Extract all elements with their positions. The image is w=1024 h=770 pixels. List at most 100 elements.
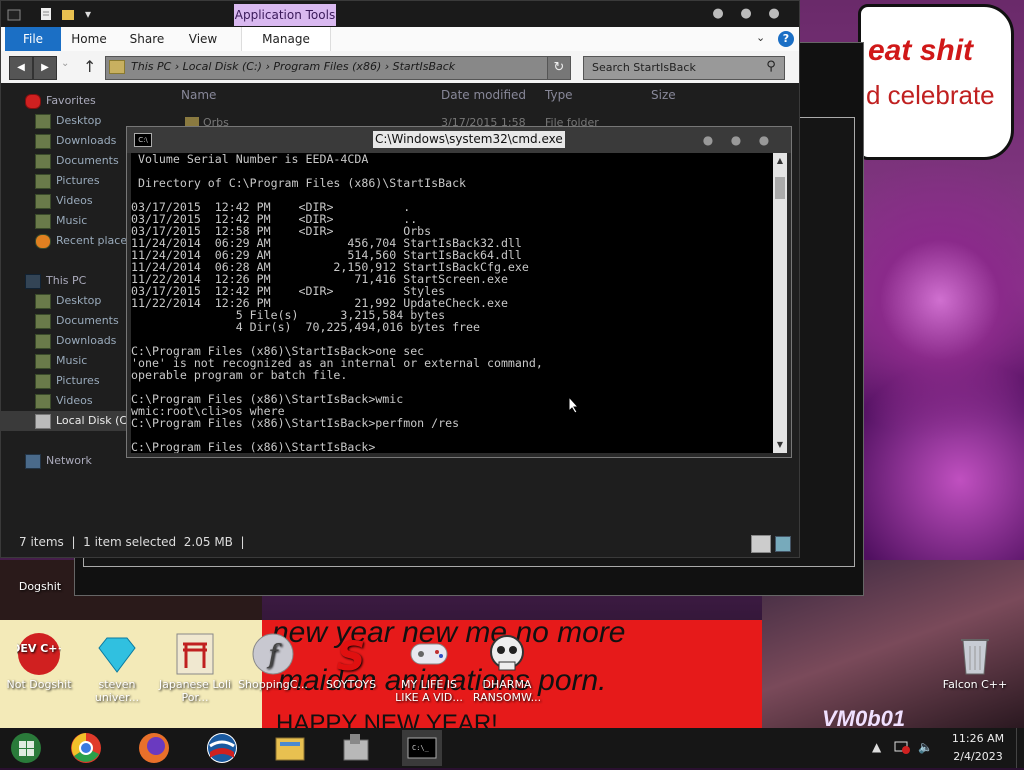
downloads-icon bbox=[35, 334, 51, 349]
pictures-icon bbox=[35, 174, 51, 189]
expand-ribbon-chevron-icon[interactable]: ⌄ bbox=[756, 31, 765, 44]
nav-favorites[interactable]: Favorites bbox=[1, 91, 171, 111]
desktop-icon-japanese[interactable]: Japanese Loli Por... bbox=[158, 632, 232, 704]
nav-label: Videos bbox=[56, 194, 93, 207]
desktop-icon-label: Falcon C++ bbox=[942, 678, 1008, 691]
desktop-icon-dogshit[interactable]: Dogshit bbox=[3, 556, 77, 593]
recent-locations-chevron-icon[interactable]: ⌄ bbox=[61, 58, 69, 69]
properties-icon[interactable] bbox=[39, 7, 53, 21]
music-icon bbox=[35, 354, 51, 369]
gamepad-icon bbox=[407, 632, 451, 676]
desktop-icon-not-dogshit[interactable]: DEV C++ Not Dogshit bbox=[2, 632, 76, 691]
tab-file[interactable]: File bbox=[5, 27, 61, 51]
ribbon-bar bbox=[1, 27, 799, 52]
back-button[interactable]: ◀ bbox=[9, 56, 33, 80]
folder-icon bbox=[109, 60, 125, 74]
search-icon[interactable]: ⚲ bbox=[761, 57, 781, 77]
nav-label: Downloads bbox=[56, 134, 117, 147]
recycle-bin-icon bbox=[953, 632, 997, 676]
column-size[interactable]: Size bbox=[651, 85, 676, 105]
svg-text:C:\_: C:\_ bbox=[412, 744, 430, 752]
soytoys-s-icon: S bbox=[329, 632, 373, 680]
new-folder-icon[interactable] bbox=[61, 7, 75, 21]
explorer-close-button[interactable]: ● bbox=[765, 5, 783, 23]
start-button[interactable] bbox=[6, 730, 46, 766]
desktop-icon-dharma[interactable]: DHARMA RANSOMW... bbox=[470, 632, 544, 704]
status-item-count: 7 items bbox=[19, 535, 64, 549]
nav-favorites-label: Favorites bbox=[46, 94, 96, 107]
column-name[interactable]: Name bbox=[181, 85, 216, 105]
address-breadcrumb[interactable]: This PC › Local Disk (C:) › Program File… bbox=[131, 56, 455, 78]
explorer-app-icon[interactable] bbox=[7, 7, 21, 21]
application-tools-context-tab[interactable]: Application Tools bbox=[234, 4, 336, 26]
nav-label: Documents bbox=[56, 154, 119, 167]
devcpp-icon: DEV C++ bbox=[11, 632, 67, 676]
explorer-titlebar[interactable]: ▾ Application Tools ● ● ● bbox=[1, 1, 799, 27]
scroll-down-arrow-icon[interactable]: ▼ bbox=[773, 439, 787, 451]
scroll-thumb[interactable] bbox=[775, 177, 785, 199]
volume-icon[interactable]: 🔈 bbox=[918, 740, 933, 754]
chrome-icon[interactable] bbox=[66, 730, 106, 766]
desktop-icon-soytoys[interactable]: S SOYTOYS bbox=[314, 632, 388, 691]
network-icon bbox=[25, 454, 41, 469]
help-icon[interactable]: ? bbox=[778, 31, 794, 47]
show-desktop-button[interactable] bbox=[1016, 728, 1024, 768]
pictures-icon bbox=[35, 374, 51, 389]
desktop-icon-steven-universe[interactable]: steven univer... bbox=[80, 632, 154, 704]
cmd-titlebar[interactable]: C:\ C:\Windows\system32\cmd.exe ● ● ● bbox=[127, 127, 791, 153]
forward-button[interactable]: ▶ bbox=[33, 56, 57, 80]
tab-share[interactable]: Share bbox=[125, 27, 169, 51]
nav-network-label: Network bbox=[46, 454, 92, 467]
desktop-icon-label: Japanese Loli Por... bbox=[158, 678, 232, 704]
details-view-icon[interactable] bbox=[751, 535, 771, 553]
refresh-icon[interactable]: ↻ bbox=[547, 56, 571, 80]
wallpaper-bubble-line2: d celebrate bbox=[866, 80, 995, 110]
network-status-icon[interactable] bbox=[894, 740, 910, 757]
documents-icon bbox=[35, 314, 51, 329]
wallpaper-banner-line3: HAPPY NEW YEAR! bbox=[276, 710, 498, 728]
cmd-window[interactable]: C:\ C:\Windows\system32\cmd.exe ● ● ● Vo… bbox=[126, 126, 792, 458]
file-explorer-taskbar-icon[interactable] bbox=[270, 730, 310, 766]
large-icons-view-icon[interactable] bbox=[775, 536, 791, 552]
cmd-minimize-button[interactable]: ● bbox=[699, 131, 717, 149]
cmd-icon[interactable]: C:\ bbox=[134, 133, 152, 147]
explorer-maximize-button[interactable]: ● bbox=[737, 5, 755, 23]
desktop-icon-label: SOYTOYS bbox=[325, 678, 377, 691]
nav-label: Desktop bbox=[56, 114, 102, 127]
show-hidden-icons-chevron-icon[interactable]: ▲ bbox=[872, 740, 881, 754]
nav-label: Recent places bbox=[56, 234, 133, 247]
firefox-icon[interactable] bbox=[134, 730, 174, 766]
cmd-maximize-button[interactable]: ● bbox=[727, 131, 745, 149]
control-panel-taskbar-icon[interactable] bbox=[336, 730, 376, 766]
desktop-icon-label: MY LIFE IS LIKE A VID... bbox=[395, 678, 463, 704]
nav-label: Desktop bbox=[56, 294, 102, 307]
clock-date[interactable]: 2/4/2023 bbox=[948, 750, 1008, 763]
clock-time[interactable]: 11:26 AM bbox=[948, 732, 1008, 745]
explorer-minimize-button[interactable]: ● bbox=[709, 5, 727, 23]
nav-label: Documents bbox=[56, 314, 119, 327]
scroll-up-arrow-icon[interactable]: ▲ bbox=[773, 155, 787, 167]
cmd-taskbar-icon[interactable]: C:\_ bbox=[402, 730, 442, 766]
tab-manage[interactable]: Manage bbox=[241, 27, 331, 51]
desktop-icon-my-life[interactable]: MY LIFE IS LIKE A VID... bbox=[392, 632, 466, 704]
column-type[interactable]: Type bbox=[545, 85, 573, 105]
svg-text:S: S bbox=[337, 634, 366, 676]
obama-logo-icon[interactable] bbox=[202, 730, 242, 766]
music-icon bbox=[35, 214, 51, 229]
recent-places-icon bbox=[35, 234, 51, 249]
column-date-modified[interactable]: Date modified bbox=[441, 85, 526, 105]
torii-icon bbox=[173, 632, 217, 676]
nav-label: Downloads bbox=[56, 334, 117, 347]
desktop-icon-falcon[interactable]: Falcon C++ bbox=[938, 632, 1012, 691]
flash-icon: f bbox=[251, 632, 295, 676]
cmd-console[interactable]: Volume Serial Number is EEDA-4CDA Direct… bbox=[131, 153, 773, 453]
desktop-icon-shopping[interactable]: f ShoppingC... bbox=[236, 632, 310, 691]
tab-view[interactable]: View bbox=[181, 27, 225, 51]
tab-home[interactable]: Home bbox=[67, 27, 111, 51]
up-arrow-icon[interactable]: ↑ bbox=[83, 57, 96, 76]
customize-toolbar-chevron-icon[interactable]: ▾ bbox=[81, 7, 95, 21]
dogshit-icon bbox=[18, 556, 62, 578]
cmd-close-button[interactable]: ● bbox=[755, 131, 773, 149]
desktop-icon-label: DHARMA RANSOMW... bbox=[472, 678, 542, 704]
search-input[interactable]: Search StartIsBack bbox=[583, 56, 785, 80]
